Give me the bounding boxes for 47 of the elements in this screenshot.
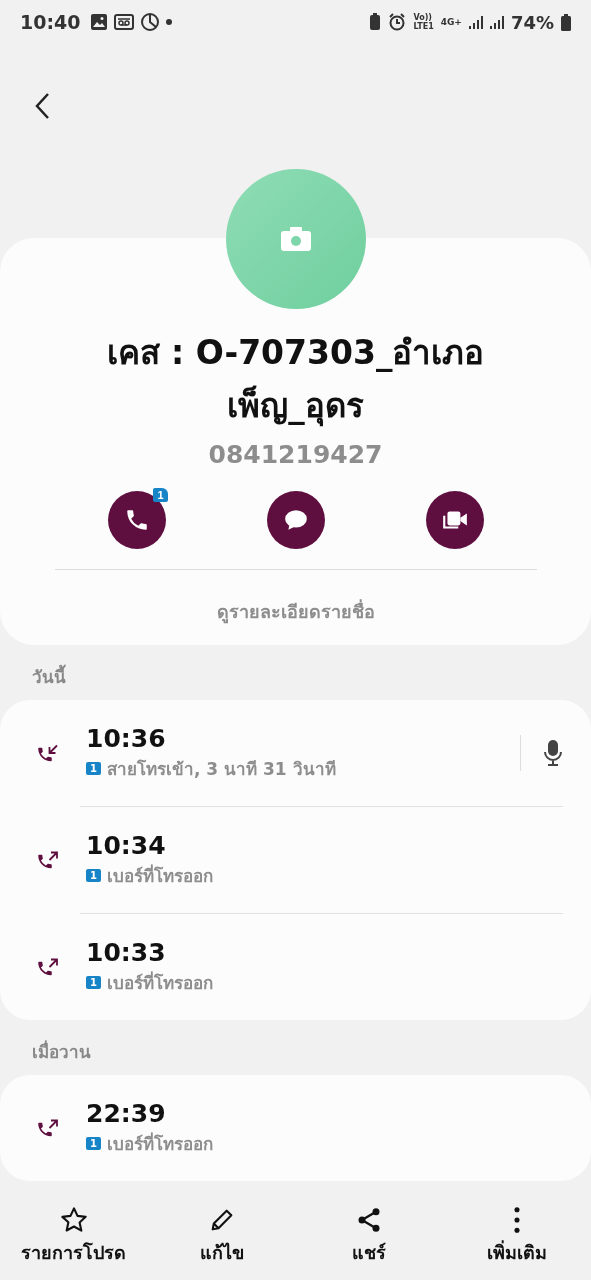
- chat-bubble-icon: [282, 507, 309, 533]
- alarm-icon: [388, 13, 407, 31]
- sim-badge: 1: [86, 976, 101, 989]
- contact-name: เคส : O-707303_อำเภอ เพ็ญ_อุดร: [105, 332, 486, 429]
- call-detail: สายโทรเข้า, 3 นาที 31 วินาที: [106, 758, 336, 781]
- voicemail-icon: [114, 13, 135, 31]
- call-detail: เบอร์ที่โทรออก: [106, 1131, 213, 1156]
- call-time: 10:34: [86, 831, 167, 860]
- call-detail: เบอร์ที่โทรออก: [106, 970, 213, 995]
- call-log-row[interactable]: 10:36 1 สายโทรเข้า, 3 นาที 31 วินาที: [36, 700, 563, 806]
- more-tab[interactable]: เพิ่มเติม: [447, 1198, 588, 1280]
- battery-saver-icon: [369, 13, 382, 31]
- share-tab[interactable]: แชร์: [299, 1198, 440, 1280]
- sim-badge: 1: [86, 1137, 101, 1150]
- call-time: 10:33: [86, 938, 167, 967]
- call-time: 10:36: [86, 724, 167, 753]
- video-button[interactable]: [425, 491, 484, 549]
- camera-icon: [281, 227, 311, 251]
- sim-badge: 1: [86, 762, 101, 775]
- section-heading: วันนี้: [0, 645, 591, 700]
- call-detail: เบอร์ที่โทรออก: [106, 863, 213, 888]
- signal-icon: [489, 14, 504, 30]
- edit-tab[interactable]: แก้ไข: [151, 1198, 292, 1280]
- phone-number: 0841219427: [208, 440, 383, 469]
- signal-icon: [468, 14, 483, 30]
- call-log-row[interactable]: 10:33 1 เบอร์ที่โทรออก: [80, 913, 563, 1020]
- call-button[interactable]: 1: [107, 491, 166, 549]
- volte-label: LTE1: [413, 22, 434, 31]
- pie-chart-icon: [140, 12, 161, 32]
- volte-label: Vo)): [413, 13, 432, 22]
- sim-badge: 1: [86, 869, 101, 882]
- microphone-icon: [543, 739, 563, 767]
- notification-dot-icon: [166, 19, 173, 25]
- section-heading: เมื่อวาน: [31, 1039, 92, 1064]
- clock-time: 10:40: [20, 11, 81, 33]
- call-log-row[interactable]: 10:34 1 เบอร์ที่โทรออก: [80, 806, 563, 913]
- battery-icon: [561, 13, 571, 31]
- call-time: 22:39: [86, 1099, 167, 1128]
- network-type: 4G+: [440, 17, 462, 27]
- battery-percent: 74%: [510, 11, 554, 33]
- message-button[interactable]: [266, 491, 325, 549]
- image-icon: [90, 13, 109, 31]
- favorite-tab[interactable]: รายการโปรด: [3, 1198, 144, 1280]
- more-options-icon: [513, 1206, 522, 1234]
- sim-badge: 1: [153, 488, 168, 502]
- star-icon: [59, 1206, 88, 1234]
- recording-button[interactable]: [543, 739, 563, 767]
